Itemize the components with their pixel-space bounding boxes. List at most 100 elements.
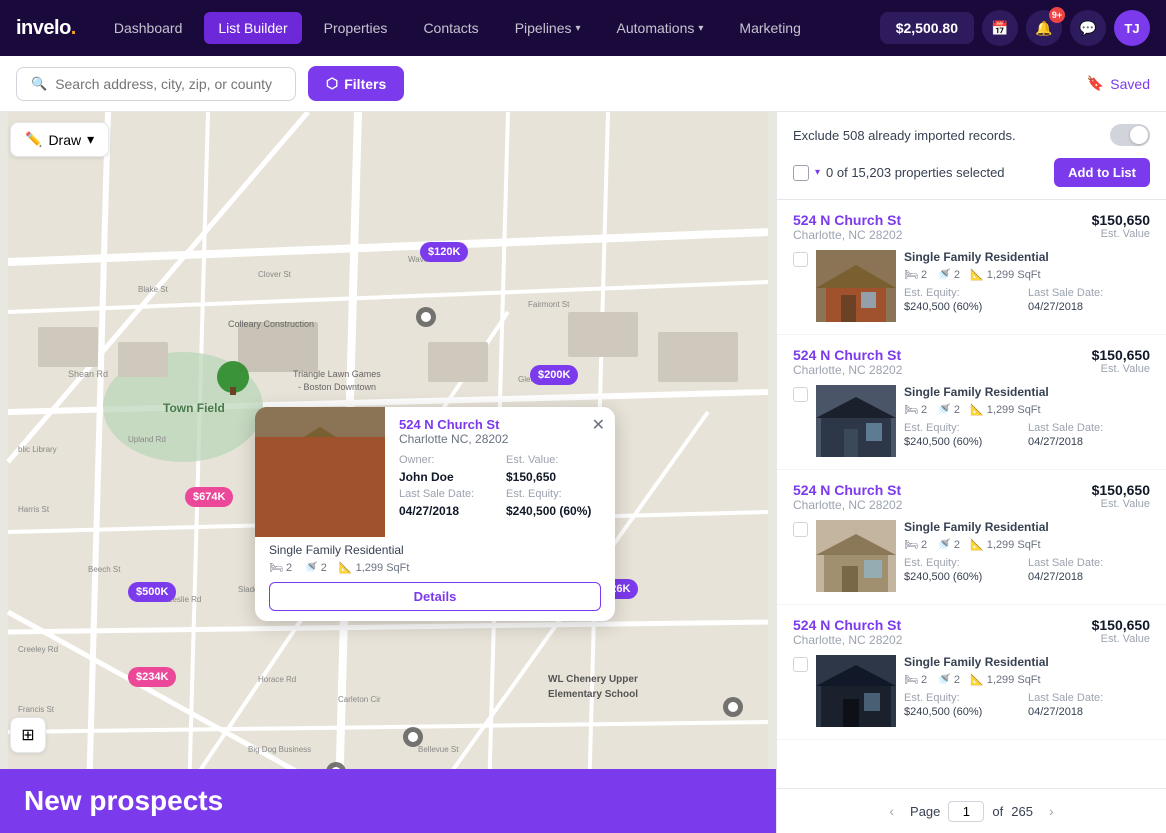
nav-dashboard[interactable]: Dashboard xyxy=(100,12,197,44)
nav-properties[interactable]: Properties xyxy=(310,12,402,44)
svg-text:Colleary Construction: Colleary Construction xyxy=(228,319,314,329)
popup-type: Single Family Residential xyxy=(269,543,601,557)
popup-details-button[interactable]: Details xyxy=(269,582,601,611)
prop-price: $150,650 xyxy=(1092,347,1150,363)
layers-icon: ⊞ xyxy=(21,725,34,745)
prop-checkbox-4[interactable] xyxy=(793,657,808,672)
select-row: ▾ 0 of 15,203 properties selected Add to… xyxy=(793,158,1150,187)
draw-icon: ✏️ xyxy=(25,131,42,148)
popup-features: 🛏 2 🚿 2 📐 1,299 SqFt xyxy=(269,561,601,574)
svg-text:Triangle Lawn Games: Triangle Lawn Games xyxy=(293,369,381,379)
popup-details-grid: Owner: Est. Value: John Doe $150,650 Las… xyxy=(399,454,601,518)
prop-city: Charlotte, NC 28202 xyxy=(793,633,902,647)
price-badge-500k[interactable]: $500K xyxy=(128,582,176,602)
property-popup: ✕ 524 N Church St Charlotte NC, 2 xyxy=(255,407,615,621)
price-badge-200k[interactable]: $200K xyxy=(530,365,578,385)
filter-button[interactable]: ⬡ Filters xyxy=(308,66,404,101)
prop-checkbox-2[interactable] xyxy=(793,387,808,402)
nav-pipelines[interactable]: Pipelines ▾ xyxy=(501,12,595,44)
automations-chevron-icon: ▾ xyxy=(698,23,703,34)
prop-checkbox-3[interactable] xyxy=(793,522,808,537)
popup-estval-value: $150,650 xyxy=(506,470,601,484)
logo-text: invelo xyxy=(16,17,71,40)
nav-automations[interactable]: Automations ▾ xyxy=(603,12,718,44)
next-page-button[interactable]: › xyxy=(1041,799,1062,823)
price-badge-234k[interactable]: $234K xyxy=(128,667,176,687)
draw-button[interactable]: ✏️ Draw ▾ xyxy=(10,122,109,157)
saved-button[interactable]: 🔖 Saved xyxy=(1087,75,1150,92)
svg-text:- Boston Downtown: - Boston Downtown xyxy=(298,382,376,392)
popup-estval-label: Est. Value: xyxy=(506,454,601,466)
prop-price: $150,650 xyxy=(1092,482,1150,498)
svg-text:WL Chenery Upper: WL Chenery Upper xyxy=(548,674,638,685)
prop-details-3: Single Family Residential 🛏 2 🚿 2 📐 1,29… xyxy=(904,520,1150,583)
property-item-4[interactable]: 524 N Church St Charlotte, NC 28202 $150… xyxy=(777,605,1166,740)
filter-icon: ⬡ xyxy=(326,75,338,92)
prop-image-1 xyxy=(816,250,896,322)
popup-sqft: 📐 1,299 SqFt xyxy=(339,561,410,574)
toolbar: 🔍 ⬡ Filters 🔖 Saved xyxy=(0,56,1166,112)
property-list: 524 N Church St Charlotte, NC 28202 $150… xyxy=(777,200,1166,788)
prop-image-2 xyxy=(816,385,896,457)
exclude-row: Exclude 508 already imported records. xyxy=(793,124,1150,146)
property-item-2[interactable]: 524 N Church St Charlotte, NC 28202 $150… xyxy=(777,335,1166,470)
price-badge-120k[interactable]: $120K xyxy=(420,242,468,262)
map-area[interactable]: Shean Rd Blake St Clover St Waver... Tow… xyxy=(0,112,776,833)
prop-city: Charlotte, NC 28202 xyxy=(793,228,902,242)
prop-est-label: Est. Value xyxy=(1092,498,1150,510)
search-container[interactable]: 🔍 xyxy=(16,67,296,101)
bell-icon: 🔔 xyxy=(1035,20,1052,37)
prop-details-1: Single Family Residential 🛏 2 🚿 2 📐 1,29… xyxy=(904,250,1150,313)
page-label: Page xyxy=(910,804,940,819)
page-number-input[interactable] xyxy=(948,801,984,822)
total-pages: 265 xyxy=(1011,804,1033,819)
popup-owner-label: Owner: xyxy=(399,454,494,466)
prop-image-3 xyxy=(816,520,896,592)
popup-address: 524 N Church St xyxy=(399,417,601,432)
svg-text:Fairmont St: Fairmont St xyxy=(528,300,570,309)
of-label: of xyxy=(992,804,1003,819)
navbar: invelo. Dashboard List Builder Propertie… xyxy=(0,0,1166,56)
select-all-checkbox[interactable] xyxy=(793,165,809,181)
price-badge-674k[interactable]: $674K xyxy=(185,487,233,507)
property-item-1[interactable]: 524 N Church St Charlotte, NC 28202 $150… xyxy=(777,200,1166,335)
prop-price: $150,650 xyxy=(1092,212,1150,228)
popup-beds: 🛏 2 xyxy=(269,561,292,574)
svg-text:Bellevue St: Bellevue St xyxy=(418,745,459,754)
user-avatar[interactable]: TJ xyxy=(1114,10,1150,46)
nav-contacts[interactable]: Contacts xyxy=(409,12,492,44)
svg-text:Carleton Cir: Carleton Cir xyxy=(338,695,381,704)
calendar-icon: 📅 xyxy=(991,20,1008,37)
svg-text:Francis St: Francis St xyxy=(18,705,55,714)
prop-price: $150,650 xyxy=(1092,617,1150,633)
pipelines-chevron-icon: ▾ xyxy=(576,23,581,34)
bookmark-icon: 🔖 xyxy=(1087,75,1104,92)
prop-checkbox-1[interactable] xyxy=(793,252,808,267)
svg-text:Big Dog Business: Big Dog Business xyxy=(248,745,311,754)
notifications-button[interactable]: 🔔 9+ xyxy=(1026,10,1062,46)
svg-text:Blake St: Blake St xyxy=(138,285,169,294)
svg-text:Horace Rd: Horace Rd xyxy=(258,675,296,684)
popup-close-button[interactable]: ✕ xyxy=(592,415,605,435)
property-item-3[interactable]: 524 N Church St Charlotte, NC 28202 $150… xyxy=(777,470,1166,605)
search-input[interactable] xyxy=(55,76,281,92)
layers-button[interactable]: ⊞ xyxy=(10,717,46,753)
nav-marketing[interactable]: Marketing xyxy=(725,12,814,44)
popup-sale-value: 04/27/2018 xyxy=(399,504,494,518)
logo[interactable]: invelo. xyxy=(16,17,76,40)
new-prospects-banner: New prospects xyxy=(0,769,776,833)
popup-equity-value: $240,500 (60%) xyxy=(506,504,601,518)
prev-page-button[interactable]: ‹ xyxy=(881,799,902,823)
add-to-list-button[interactable]: Add to List xyxy=(1054,158,1150,187)
select-chevron-icon[interactable]: ▾ xyxy=(815,167,820,178)
popup-owner-value: John Doe xyxy=(399,470,494,484)
right-panel: Exclude 508 already imported records. ▾ … xyxy=(776,112,1166,833)
nav-list-builder[interactable]: List Builder xyxy=(204,12,301,44)
svg-text:blic Library: blic Library xyxy=(18,445,57,454)
popup-equity-label: Est. Equity: xyxy=(506,488,601,500)
balance-display[interactable]: $2,500.80 xyxy=(880,12,974,44)
messages-button[interactable]: 💬 xyxy=(1070,10,1106,46)
exclude-toggle[interactable] xyxy=(1110,124,1150,146)
calendar-button[interactable]: 📅 xyxy=(982,10,1018,46)
toggle-thumb xyxy=(1130,126,1148,144)
